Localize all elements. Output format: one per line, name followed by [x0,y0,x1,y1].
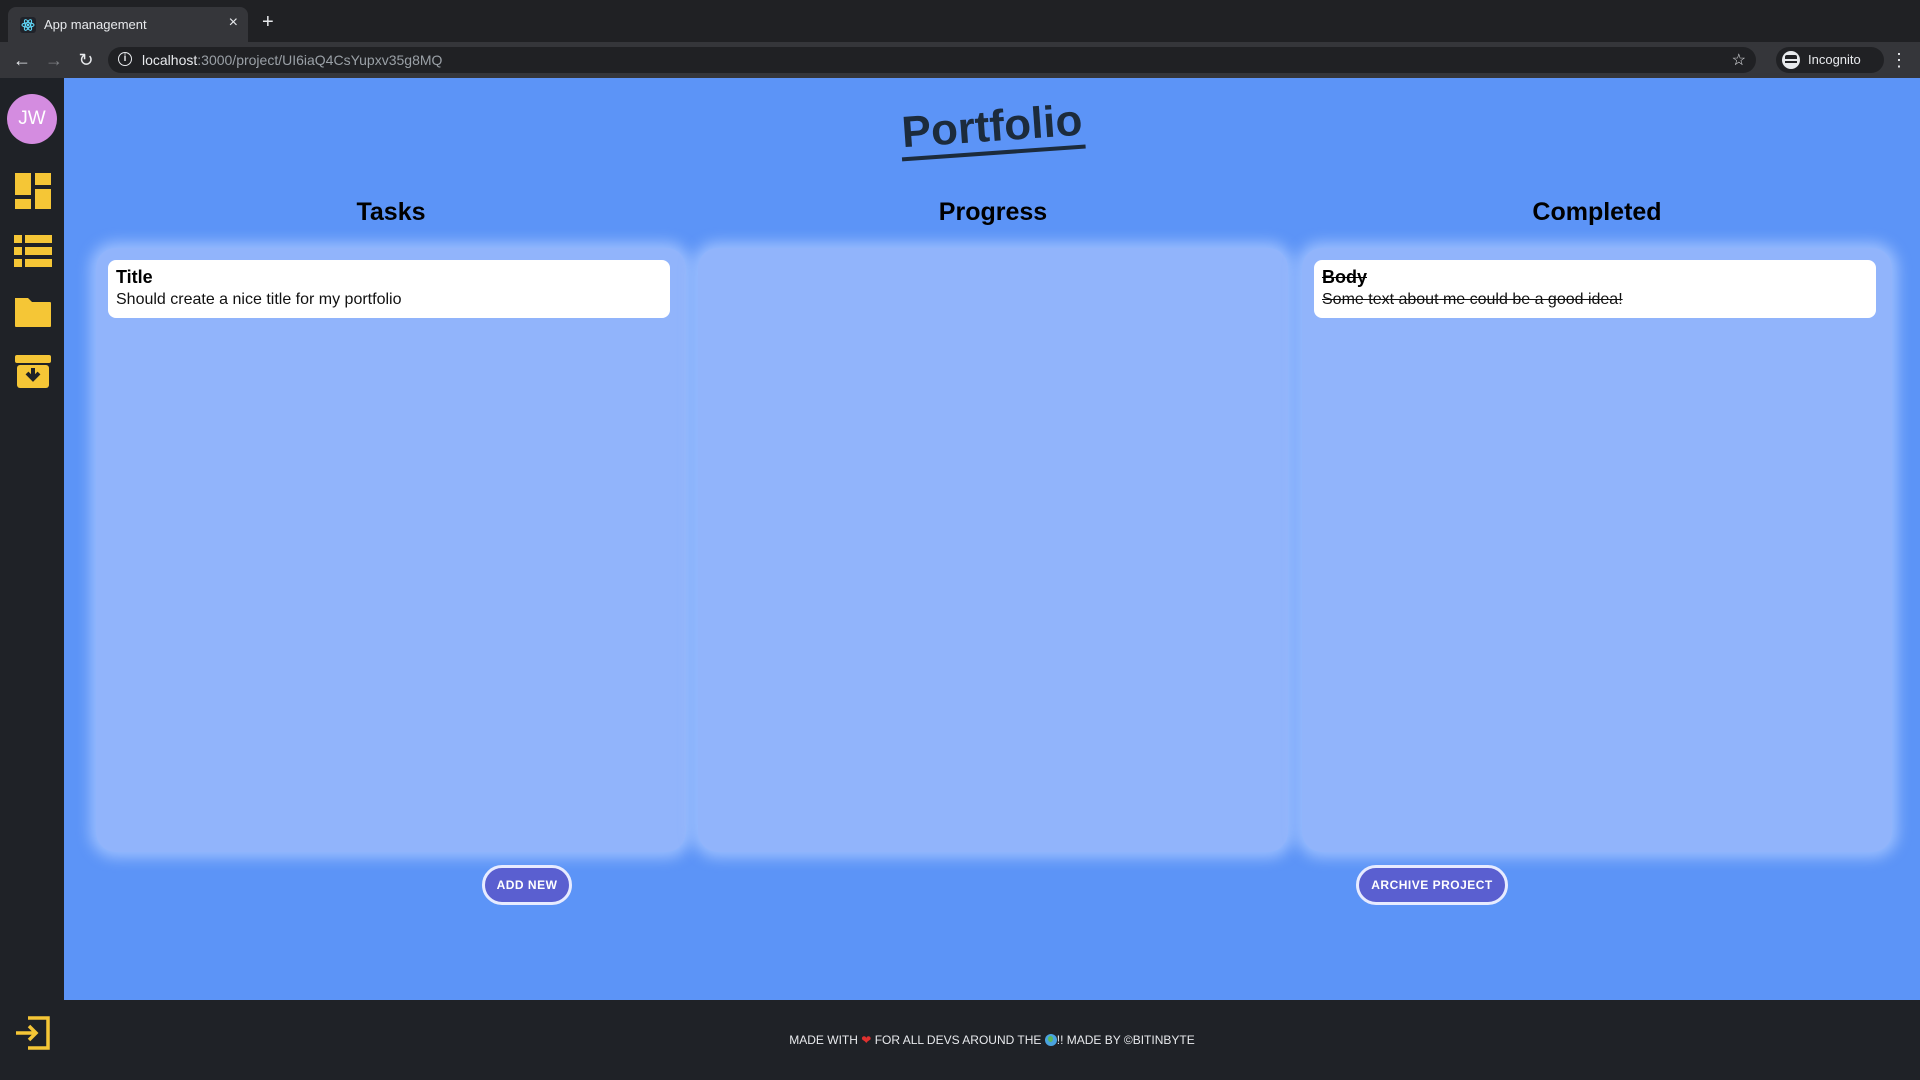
url-text[interactable]: localhost:3000/project/UI6iaQ4CsYupxv35g… [142,52,442,68]
column-title: Tasks [356,198,426,226]
footer-text-end: !! MADE BY ©BITINBYTE [1056,1033,1195,1047]
card-body: Should create a nice title for my portfo… [116,291,402,308]
column-title: Progress [938,198,1048,226]
column-tasks: Tasks Title Should create a nice title f… [96,188,686,852]
site-info-icon[interactable]: i [118,52,132,66]
dashboard-icon[interactable] [14,172,52,210]
forward-button[interactable]: → [42,48,66,72]
globe-icon [1044,1034,1057,1046]
column-dropzone-progress[interactable] [698,248,1288,852]
archive-project-button[interactable]: ARCHIVE PROJECT [1356,865,1508,905]
column-title: Completed [1532,198,1662,226]
project-board: Portfolio Tasks Title Should create a ni… [64,78,1920,1000]
footer: MADE WITH ❤ FOR ALL DEVS AROUND THE !! M… [64,1000,1920,1080]
react-favicon-icon [20,17,36,33]
new-tab-button[interactable]: + [262,12,274,32]
browser-tab-bar: App management × + [0,0,1920,42]
add-new-button[interactable]: ADD NEW [482,865,572,905]
completed-card[interactable]: Body Some text about me could be a good … [1314,260,1876,318]
column-dropzone-completed[interactable]: Body Some text about me could be a good … [1302,248,1892,852]
card-body: Some text about me could be a good idea! [1322,291,1623,308]
list-icon[interactable] [14,232,52,270]
card-title: Body [1322,267,1367,287]
heart-icon: ❤ [861,1033,872,1047]
back-button[interactable]: ← [10,48,34,72]
task-card[interactable]: Title Should create a nice title for my … [108,260,670,318]
browser-tab[interactable]: App management × [8,7,248,42]
tab-title: App management [44,17,147,32]
tab-close-icon[interactable]: × [229,15,238,31]
column-dropzone-tasks[interactable]: Title Should create a nice title for my … [96,248,686,852]
page-title-text: Portfolio [898,95,1087,162]
logout-icon[interactable] [14,1014,52,1052]
footer-text-start: MADE WITH [789,1033,858,1047]
url-host: localhost [142,52,198,68]
url-path: :3000/project/UI6iaQ4CsYupxv35g8MQ [197,52,443,68]
column-completed: Completed Body Some text about me could … [1302,188,1892,852]
archive-box-icon[interactable] [14,352,52,390]
footer-text-middle: FOR ALL DEVS AROUND THE [874,1033,1042,1047]
reload-button[interactable]: ↻ [74,48,98,72]
avatar[interactable]: JW [7,94,57,144]
card-title: Title [116,267,153,287]
sidebar: JW [0,78,64,1080]
column-progress: Progress [698,188,1288,852]
folder-icon[interactable] [14,292,52,330]
